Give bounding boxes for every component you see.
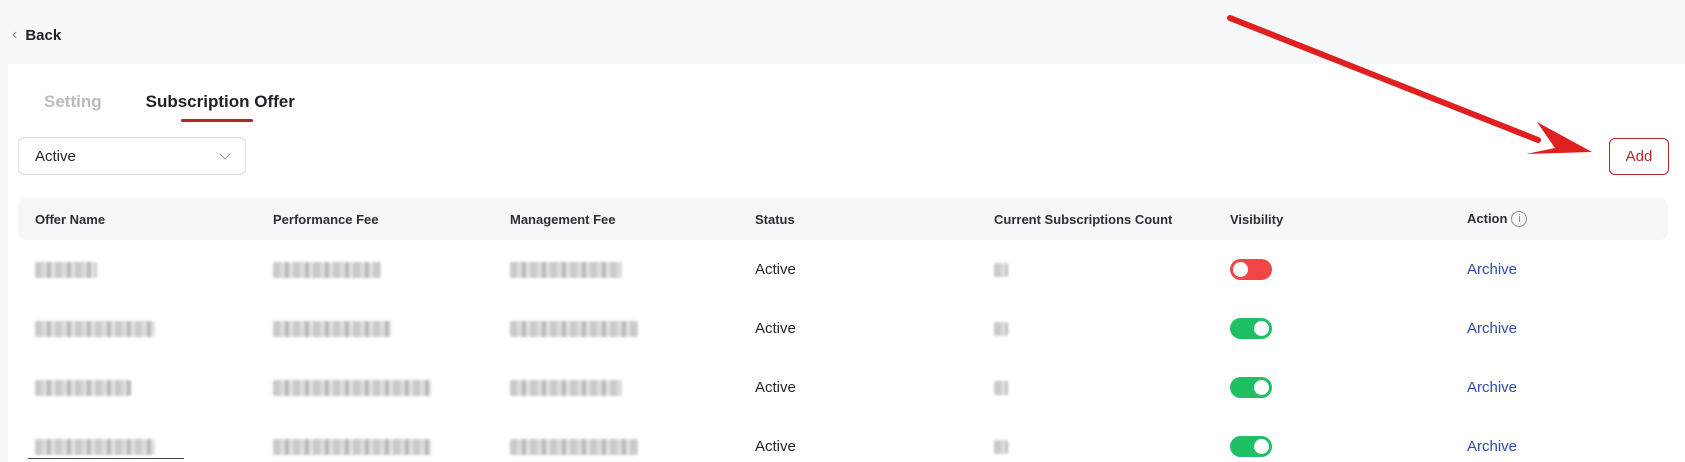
performance-fee-redacted <box>273 261 381 278</box>
info-icon[interactable]: i <box>1511 211 1528 228</box>
management-fee-redacted <box>510 379 622 396</box>
header-subscriptions-count: Current Subscriptions Count <box>994 211 1173 227</box>
visibility-toggle[interactable] <box>1230 259 1272 280</box>
status-text: Active <box>755 379 796 396</box>
management-fee-redacted <box>510 320 638 337</box>
header-status: Status <box>755 211 795 227</box>
archive-link[interactable]: Archive <box>1467 320 1517 337</box>
visibility-toggle[interactable] <box>1230 318 1272 339</box>
back-button[interactable]: ‹ Back <box>12 26 61 44</box>
performance-fee-redacted <box>273 320 391 337</box>
offer-name-redacted <box>35 379 131 396</box>
offers-table: Offer Name Performance Fee Management Fe… <box>18 198 1668 462</box>
status-text: Active <box>755 438 796 455</box>
performance-fee-redacted <box>273 438 431 455</box>
status-text: Active <box>755 320 796 337</box>
chevron-left-icon: ‹ <box>12 26 18 43</box>
visibility-toggle[interactable] <box>1230 377 1272 398</box>
subscriptions-count-redacted <box>994 262 1008 277</box>
offer-name-redacted <box>35 261 97 278</box>
tab-bar: Setting Subscription Offer <box>44 92 295 122</box>
table-header: Offer Name Performance Fee Management Fe… <box>18 198 1668 240</box>
main-card: Setting Subscription Offer Active Add Of… <box>8 64 1685 462</box>
visibility-toggle[interactable] <box>1230 436 1272 457</box>
header-performance-fee: Performance Fee <box>273 211 379 227</box>
tab-setting[interactable]: Setting <box>44 92 102 122</box>
header-offer-name: Offer Name <box>35 211 106 227</box>
header-management-fee: Management Fee <box>510 211 616 227</box>
table-row: Active Archive <box>18 358 1668 417</box>
subscriptions-count-redacted <box>994 380 1008 395</box>
tab-subscription-offer[interactable]: Subscription Offer <box>146 92 295 122</box>
management-fee-redacted <box>510 438 638 455</box>
back-label: Back <box>25 26 62 44</box>
subscriptions-count-redacted <box>994 439 1008 454</box>
archive-link[interactable]: Archive <box>1467 261 1517 278</box>
performance-fee-redacted <box>273 379 431 396</box>
archive-link[interactable]: Archive <box>1467 379 1517 396</box>
header-visibility: Visibility <box>1230 211 1284 227</box>
archive-link[interactable]: Archive <box>1467 438 1517 455</box>
offer-name-redacted <box>35 320 155 337</box>
toggle-knob <box>1233 262 1248 277</box>
scrollbar-thumb[interactable] <box>28 458 184 459</box>
table-row: Active Archive <box>18 417 1668 462</box>
table-row: Active Archive <box>18 240 1668 299</box>
status-filter-select[interactable]: Active <box>18 137 246 175</box>
status-filter-value: Active <box>35 147 76 165</box>
management-fee-redacted <box>510 261 622 278</box>
toggle-knob <box>1254 321 1269 336</box>
chevron-down-icon <box>219 147 231 160</box>
status-text: Active <box>755 261 796 278</box>
toggle-knob <box>1254 439 1269 454</box>
table-row: Active Archive <box>18 299 1668 358</box>
header-action: Action i <box>1467 210 1528 228</box>
add-button[interactable]: Add <box>1609 138 1669 175</box>
offer-name-redacted <box>35 438 155 455</box>
toggle-knob <box>1254 380 1269 395</box>
header-action-label: Action <box>1467 210 1508 226</box>
subscriptions-count-redacted <box>994 321 1008 336</box>
